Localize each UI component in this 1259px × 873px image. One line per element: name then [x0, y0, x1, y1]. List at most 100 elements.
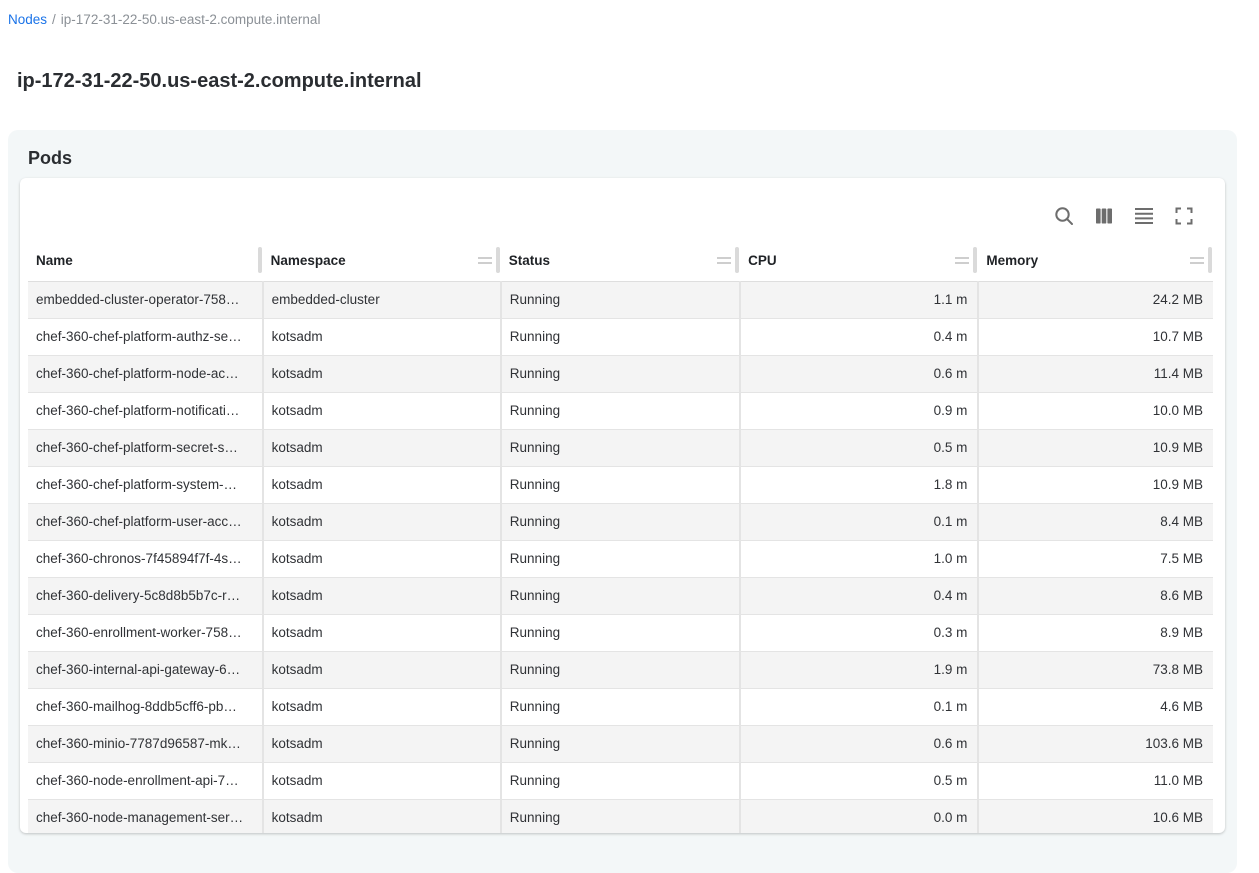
cell-namespace: kotsadm [263, 688, 501, 725]
cell-namespace: kotsadm [263, 540, 501, 577]
fullscreen-button[interactable] [1168, 200, 1200, 232]
cell-memory: 4.6 MB [978, 688, 1213, 725]
cell-status: Running [501, 540, 740, 577]
cell-cpu: 1.0 m [740, 540, 978, 577]
breadcrumb-current: ip-172-31-22-50.us-east-2.compute.intern… [61, 12, 321, 27]
breadcrumb: Nodes/ip-172-31-22-50.us-east-2.compute.… [8, 12, 1259, 28]
cell-namespace: kotsadm [263, 355, 501, 392]
cell-memory: 10.6 MB [978, 799, 1213, 833]
cell-memory: 10.0 MB [978, 392, 1213, 429]
cell-namespace: kotsadm [263, 392, 501, 429]
table-row: chef-360-chef-platform-user-acc… kotsadm… [28, 503, 1213, 540]
cell-namespace: kotsadm [263, 318, 501, 355]
column-drag-icon[interactable] [954, 253, 970, 268]
cell-namespace: kotsadm [263, 799, 501, 833]
column-handles [716, 247, 739, 273]
table-row: chef-360-delivery-5c8d8b5b7c-r… kotsadm … [28, 577, 1213, 614]
column-header[interactable]: CPU [740, 240, 978, 281]
column-header[interactable]: Namespace [263, 240, 501, 281]
cell-status: Running [501, 392, 740, 429]
column-handles [954, 247, 977, 273]
column-drag-icon[interactable] [477, 253, 493, 268]
cell-cpu: 1.1 m [740, 281, 978, 318]
density-toggle-button[interactable] [1128, 200, 1160, 232]
table-row: chef-360-chef-platform-authz-se… kotsadm… [28, 318, 1213, 355]
cell-memory: 8.6 MB [978, 577, 1213, 614]
fullscreen-icon [1172, 204, 1196, 228]
cell-pod-name: chef-360-chef-platform-authz-se… [28, 318, 263, 355]
cell-memory: 10.7 MB [978, 318, 1213, 355]
cell-cpu: 0.0 m [740, 799, 978, 833]
table-row: chef-360-node-management-ser… kotsadm Ru… [28, 799, 1213, 833]
column-drag-icon[interactable] [1189, 253, 1205, 268]
cell-status: Running [501, 799, 740, 833]
cell-pod-name: chef-360-mailhog-8ddb5cff6-pb… [28, 688, 263, 725]
cell-memory: 11.0 MB [978, 762, 1213, 799]
cell-memory: 10.9 MB [978, 429, 1213, 466]
column-resize-handle[interactable] [735, 247, 739, 273]
table-row: chef-360-enrollment-worker-758… kotsadm … [28, 614, 1213, 651]
cell-pod-name: chef-360-chronos-7f45894f7f-4s… [28, 540, 263, 577]
cell-pod-name: chef-360-chef-platform-user-acc… [28, 503, 263, 540]
pods-table-panel: Name Namespace Status C [20, 178, 1225, 833]
column-header-label: Namespace [271, 253, 346, 268]
pods-table-container: Name Namespace Status C [20, 240, 1225, 833]
column-resize-handle[interactable] [973, 247, 977, 273]
cell-pod-name: chef-360-chef-platform-system-… [28, 466, 263, 503]
cell-pod-name: chef-360-minio-7787d96587-mk… [28, 725, 263, 762]
cell-memory: 11.4 MB [978, 355, 1213, 392]
cell-cpu: 0.9 m [740, 392, 978, 429]
column-header-label: Name [36, 253, 73, 268]
cell-memory: 24.2 MB [978, 281, 1213, 318]
cell-memory: 10.9 MB [978, 466, 1213, 503]
column-drag-icon[interactable] [716, 253, 732, 268]
cell-memory: 8.9 MB [978, 614, 1213, 651]
cell-pod-name: chef-360-chef-platform-node-ac… [28, 355, 263, 392]
cell-status: Running [501, 725, 740, 762]
cell-status: Running [501, 318, 740, 355]
table-row: chef-360-chronos-7f45894f7f-4s… kotsadm … [28, 540, 1213, 577]
cell-memory: 7.5 MB [978, 540, 1213, 577]
column-resize-handle[interactable] [258, 247, 262, 273]
pods-section-title: Pods [28, 147, 1225, 169]
table-row: chef-360-mailhog-8ddb5cff6-pb… kotsadm R… [28, 688, 1213, 725]
cell-status: Running [501, 762, 740, 799]
cell-cpu: 1.8 m [740, 466, 978, 503]
cell-pod-name: chef-360-enrollment-worker-758… [28, 614, 263, 651]
column-resize-handle[interactable] [1208, 247, 1212, 273]
cell-status: Running [501, 503, 740, 540]
density-toggle-icon [1132, 204, 1156, 228]
search-button[interactable] [1048, 200, 1080, 232]
column-header-label: CPU [748, 253, 777, 268]
cell-cpu: 0.1 m [740, 503, 978, 540]
cell-status: Running [501, 466, 740, 503]
cell-pod-name: chef-360-chef-platform-secret-s… [28, 429, 263, 466]
cell-pod-name: chef-360-chef-platform-notificati… [28, 392, 263, 429]
cell-status: Running [501, 614, 740, 651]
show-hide-columns-button[interactable] [1088, 200, 1120, 232]
column-handles [258, 247, 262, 273]
table-body: embedded-cluster-operator-758… embedded-… [28, 281, 1213, 833]
cell-namespace: embedded-cluster [263, 281, 501, 318]
page-title: ip-172-31-22-50.us-east-2.compute.intern… [17, 69, 1259, 93]
cell-memory: 8.4 MB [978, 503, 1213, 540]
table-row: chef-360-chef-platform-notificati… kotsa… [28, 392, 1213, 429]
cell-status: Running [501, 429, 740, 466]
column-resize-handle[interactable] [496, 247, 500, 273]
column-header-label: Status [509, 253, 550, 268]
table-toolbar [20, 178, 1225, 240]
cell-cpu: 0.6 m [740, 725, 978, 762]
column-header[interactable]: Name [28, 240, 263, 281]
cell-cpu: 0.4 m [740, 577, 978, 614]
show-hide-columns-icon [1092, 204, 1116, 228]
breadcrumb-link-nodes[interactable]: Nodes [8, 12, 47, 27]
table-row: chef-360-minio-7787d96587-mk… kotsadm Ru… [28, 725, 1213, 762]
column-header[interactable]: Memory [978, 240, 1213, 281]
column-header[interactable]: Status [501, 240, 740, 281]
pods-table: Name Namespace Status C [28, 240, 1213, 833]
cell-namespace: kotsadm [263, 725, 501, 762]
table-row: chef-360-chef-platform-node-ac… kotsadm … [28, 355, 1213, 392]
cell-cpu: 0.5 m [740, 762, 978, 799]
cell-cpu: 0.5 m [740, 429, 978, 466]
cell-memory: 73.8 MB [978, 651, 1213, 688]
